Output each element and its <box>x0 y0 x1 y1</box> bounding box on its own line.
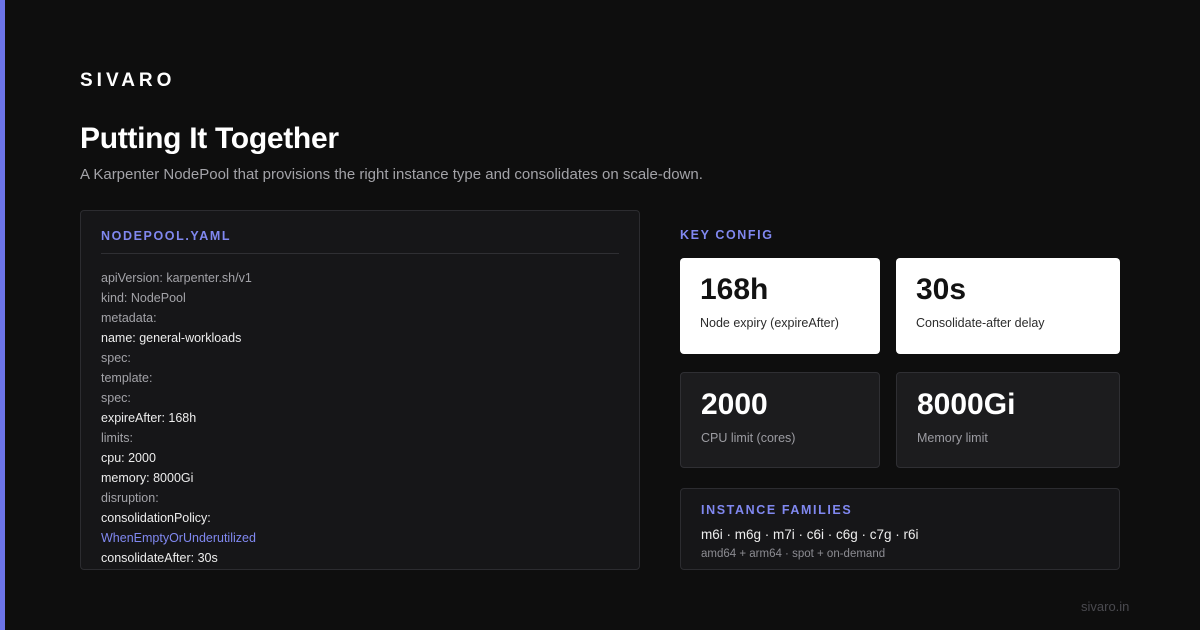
brand-logo: SIVARO <box>80 70 176 91</box>
yaml-line: WhenEmptyOrUnderutilized <box>101 531 256 545</box>
stat-card-expiry: 168h Node expiry (expireAfter) <box>680 258 880 354</box>
page-subtitle: A Karpenter NodePool that provisions the… <box>80 166 703 183</box>
yaml-line: name: general-workloads <box>101 331 242 345</box>
yaml-line: apiVersion: karpenter.sh/v1 <box>101 271 252 285</box>
stat-value: 8000Gi <box>917 388 1016 421</box>
yaml-line: memory: 8000Gi <box>101 471 194 485</box>
accent-bar <box>0 0 5 630</box>
stat-label: Consolidate-after delay <box>916 316 1045 330</box>
yaml-card-title: NODEPOOL.YAML <box>101 229 619 254</box>
yaml-line: consolidationPolicy: <box>101 511 211 525</box>
stat-label: CPU limit (cores) <box>701 431 796 445</box>
stat-card-consolidate: 30s Consolidate-after delay <box>896 258 1120 354</box>
yaml-line: expireAfter: 168h <box>101 411 197 425</box>
yaml-code-block: apiVersion: karpenter.sh/v1 kind: NodePoo… <box>101 268 619 568</box>
stat-value: 30s <box>916 273 967 306</box>
page-title: Putting It Together <box>80 122 339 155</box>
yaml-code-card: NODEPOOL.YAML apiVersion: karpenter.sh/v… <box>80 210 640 570</box>
stat-card-memory: 8000Gi Memory limit <box>896 372 1120 468</box>
yaml-line: cpu: 2000 <box>101 451 156 465</box>
yaml-line: limits: <box>101 431 133 445</box>
key-config-label: KEY CONFIG <box>680 228 774 242</box>
yaml-line: metadata: <box>101 311 157 325</box>
stat-label: Memory limit <box>917 431 988 445</box>
yaml-line: spec: <box>101 391 131 405</box>
yaml-line: template: <box>101 371 153 385</box>
stat-value: 168h <box>700 273 769 306</box>
instance-families-list: m6i · m6g · m7i · c6i · c6g · c7g · r6i <box>701 527 919 542</box>
instance-families-card: INSTANCE FAMILIES m6i · m6g · m7i · c6i … <box>680 488 1120 570</box>
instance-families-note: amd64 + arm64 · spot + on-demand <box>701 548 886 560</box>
stat-value: 2000 <box>701 388 768 421</box>
yaml-line: consolidateAfter: 30s <box>101 551 218 565</box>
slide: SIVARO Putting It Together A Karpenter N… <box>0 0 1200 630</box>
stat-card-cpu: 2000 CPU limit (cores) <box>680 372 880 468</box>
stat-label: Node expiry (expireAfter) <box>700 316 839 330</box>
instance-families-title: INSTANCE FAMILIES <box>701 503 853 517</box>
footer-url[interactable]: sivaro.in <box>1081 599 1129 614</box>
yaml-line: spec: <box>101 351 131 365</box>
yaml-line: kind: NodePool <box>101 291 186 305</box>
yaml-line: disruption: <box>101 491 159 505</box>
